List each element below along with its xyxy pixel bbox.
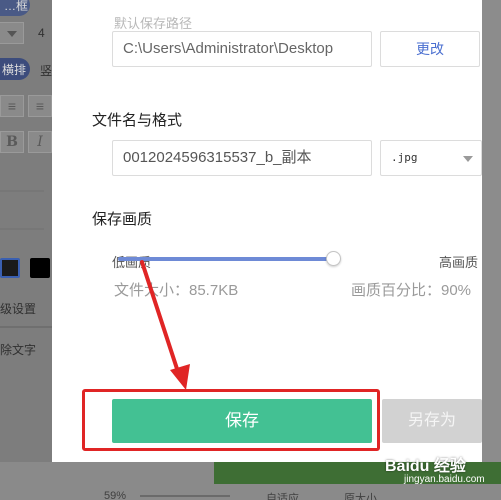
watermark-url: jingyan.baidu.com xyxy=(404,474,485,485)
zoom-slider xyxy=(140,495,230,497)
format-select[interactable]: .jpg xyxy=(380,140,482,176)
zoom-value: 59% xyxy=(104,490,127,500)
default-path-label: 默认保存路径 xyxy=(114,16,193,31)
bold-icon: B xyxy=(0,131,24,153)
quality-slider-track[interactable] xyxy=(118,257,333,261)
color-swatch-black xyxy=(30,258,50,278)
actual-size-label: 原大小 xyxy=(344,493,377,500)
background-pill-2: 横排 xyxy=(0,58,30,80)
background-right-strip xyxy=(482,0,501,500)
background-slider-2 xyxy=(0,228,44,230)
filename-input[interactable]: 0012024596315537_b_副本 xyxy=(112,140,372,176)
background-pill-1: …框 xyxy=(0,0,30,16)
watermark-brand: Baidu 经验 xyxy=(385,458,466,475)
background-pill-3-label: 竖 xyxy=(40,64,53,78)
quality-high-label: 高画质 xyxy=(439,255,479,270)
save-path-field[interactable]: C:\Users\Administrator\Desktop xyxy=(112,31,372,67)
background-dropdown xyxy=(0,22,24,44)
text-layer-label: 除文字 xyxy=(0,343,37,357)
annotation-highlight-box xyxy=(82,389,380,451)
save-as-button[interactable]: 另存为 xyxy=(382,399,482,443)
chevron-down-icon xyxy=(463,156,473,162)
quality-section-title: 保存画质 xyxy=(92,211,153,228)
change-path-button[interactable]: 更改 xyxy=(380,31,480,67)
quality-slider-handle[interactable] xyxy=(326,251,341,266)
background-divider xyxy=(0,326,52,328)
background-field-value: 4 xyxy=(38,26,45,40)
quality-low-label: 低画质 xyxy=(112,255,152,270)
background-pill-1-label: …框 xyxy=(4,0,29,13)
fit-label: 自适应 xyxy=(266,493,299,500)
quality-percent-text: 画质百分比：90% xyxy=(351,282,472,299)
color-swatch-outline xyxy=(0,258,20,278)
filename-section-title: 文件名与格式 xyxy=(92,112,183,129)
file-size-text: 文件大小：85.7KB xyxy=(114,282,239,299)
background-pill-2-label: 横排 xyxy=(2,63,27,77)
format-select-value: .jpg xyxy=(391,151,418,164)
background-slider-1 xyxy=(0,190,44,192)
align-center-icon: ≡ xyxy=(28,95,52,117)
italic-icon: I xyxy=(28,131,52,153)
align-left-icon: ≡ xyxy=(0,95,24,117)
advanced-settings-label: 级设置 xyxy=(0,302,37,316)
